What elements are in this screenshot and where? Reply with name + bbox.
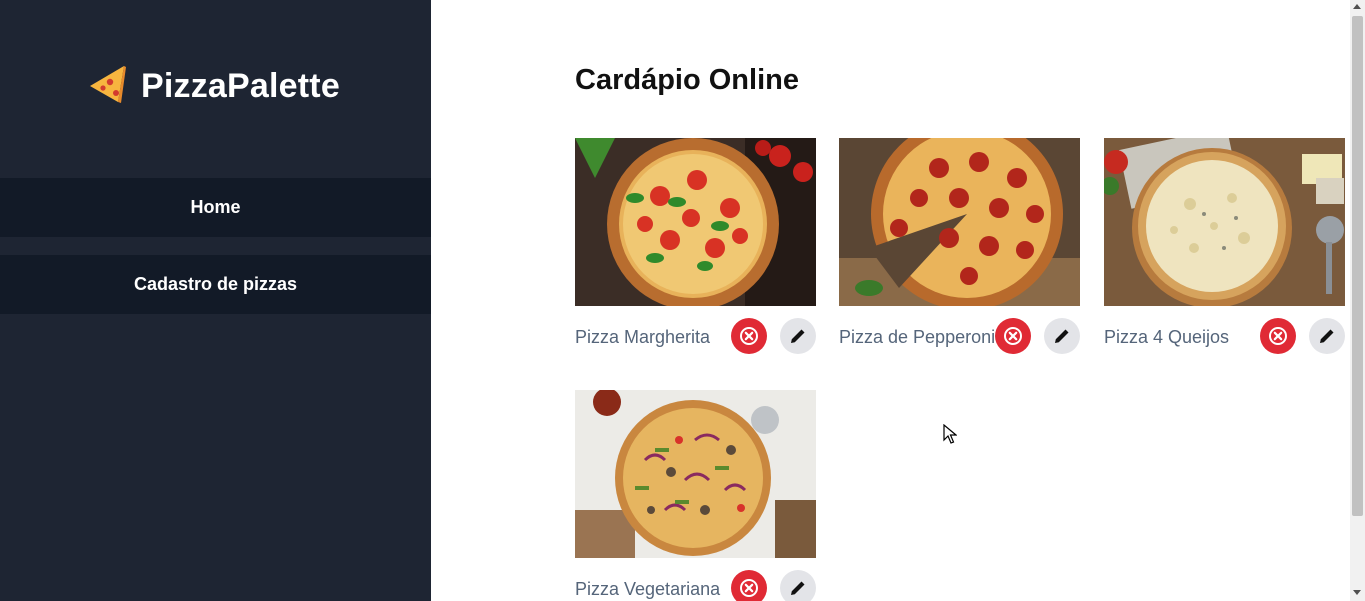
pizza-4-queijos-image xyxy=(1104,138,1345,306)
pizza-card: Pizza Margherita xyxy=(575,138,816,366)
vertical-scrollbar[interactable] xyxy=(1350,0,1365,601)
pizza-card-footer: Pizza de Pepperoni xyxy=(839,306,1080,366)
brand-logo[interactable]: PizzaPalette xyxy=(88,64,340,108)
main-content: Cardápio Online Pizza Margherita Pizza d… xyxy=(431,0,1350,601)
pencil-icon xyxy=(791,581,805,595)
pizza-card-footer: Pizza Vegetariana xyxy=(575,558,816,601)
pencil-icon xyxy=(1320,329,1334,343)
brand-name: PizzaPalette xyxy=(141,66,340,105)
pizza-name: Pizza de Pepperoni xyxy=(839,327,996,347)
nav-home[interactable]: Home xyxy=(0,178,431,237)
pencil-icon xyxy=(1055,329,1069,343)
page-title: Cardápio Online xyxy=(575,64,799,96)
edit-pizza-button[interactable] xyxy=(1309,318,1345,354)
pencil-icon xyxy=(791,329,805,343)
pizza-card: Pizza Vegetariana xyxy=(575,390,816,601)
pizza-name: Pizza Vegetariana xyxy=(575,579,721,599)
edit-pizza-button[interactable] xyxy=(1044,318,1080,354)
pizza-card: Pizza 4 Queijos xyxy=(1104,138,1345,366)
sidebar: PizzaPalette Home Cadastro de pizzas xyxy=(0,0,431,601)
scroll-up-arrow-icon[interactable] xyxy=(1353,4,1361,9)
edit-pizza-button[interactable] xyxy=(780,318,816,354)
x-circle-icon xyxy=(740,327,758,345)
pizza-name: Pizza Margherita xyxy=(575,327,711,347)
pizza-card-footer: Pizza Margherita xyxy=(575,306,816,366)
mouse-cursor-icon xyxy=(943,424,957,444)
scroll-thumb[interactable] xyxy=(1352,16,1363,516)
scroll-down-arrow-icon[interactable] xyxy=(1353,590,1361,595)
x-circle-icon xyxy=(1269,327,1287,345)
delete-pizza-button[interactable] xyxy=(731,570,767,601)
edit-pizza-button[interactable] xyxy=(780,570,816,601)
pizza-slice-icon xyxy=(88,64,126,109)
pizza-name: Pizza 4 Queijos xyxy=(1104,327,1230,347)
pizza-vegetariana-image xyxy=(575,390,816,558)
pizza-pepperoni-image xyxy=(839,138,1080,306)
delete-pizza-button[interactable] xyxy=(995,318,1031,354)
nav-cadastro-de-pizzas[interactable]: Cadastro de pizzas xyxy=(0,255,431,314)
pizza-card: Pizza de Pepperoni xyxy=(839,138,1080,366)
pizza-margherita-image xyxy=(575,138,816,306)
x-circle-icon xyxy=(740,579,758,597)
delete-pizza-button[interactable] xyxy=(731,318,767,354)
delete-pizza-button[interactable] xyxy=(1260,318,1296,354)
pizza-card-footer: Pizza 4 Queijos xyxy=(1104,306,1345,366)
x-circle-icon xyxy=(1004,327,1022,345)
